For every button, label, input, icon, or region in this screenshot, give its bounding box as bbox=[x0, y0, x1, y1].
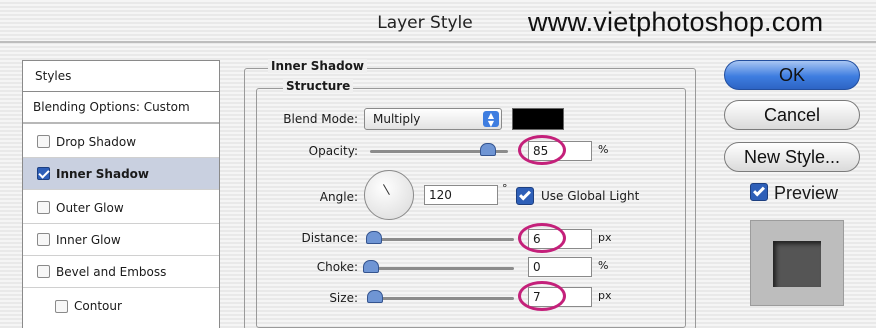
use-global-light-checkbox[interactable] bbox=[516, 187, 534, 205]
style-item-outer-glow[interactable]: Outer Glow bbox=[23, 192, 219, 224]
window-title: Layer Style bbox=[377, 13, 473, 33]
style-item-label: Blending Options: Custom bbox=[33, 100, 190, 114]
style-item-blending-options[interactable]: Blending Options: Custom bbox=[23, 92, 219, 124]
ok-button[interactable]: OK bbox=[724, 60, 860, 90]
styles-header-label: Styles bbox=[35, 69, 72, 83]
opacity-unit: % bbox=[598, 143, 609, 156]
style-preview-box bbox=[750, 220, 844, 306]
style-item-label: Inner Glow bbox=[56, 232, 121, 247]
opacity-label: Opacity: bbox=[308, 144, 358, 158]
angle-dial[interactable] bbox=[364, 170, 414, 220]
style-item-contour[interactable]: Contour bbox=[23, 290, 219, 322]
blend-mode-label: Blend Mode: bbox=[283, 112, 358, 126]
style-item-label: Contour bbox=[74, 299, 122, 313]
distance-slider-track[interactable] bbox=[370, 238, 514, 241]
contour-checkbox[interactable] bbox=[55, 299, 68, 313]
angle-input[interactable]: 120 bbox=[424, 185, 498, 205]
check-icon bbox=[752, 184, 766, 197]
style-item-drop-shadow[interactable]: Drop Shadow bbox=[23, 126, 219, 158]
highlight-ring bbox=[518, 135, 566, 165]
title-divider bbox=[0, 41, 876, 43]
styles-header[interactable]: Styles bbox=[22, 60, 220, 92]
distance-unit: px bbox=[598, 231, 612, 244]
preview-label: Preview bbox=[774, 183, 839, 203]
style-item-label: Inner Shadow bbox=[56, 166, 149, 181]
style-item-label: Outer Glow bbox=[56, 200, 124, 215]
style-item-label: Bevel and Emboss bbox=[56, 264, 167, 279]
size-slider-thumb[interactable] bbox=[367, 290, 384, 303]
watermark-text: www.vietphotoshop.com bbox=[528, 7, 824, 37]
highlight-ring bbox=[518, 281, 566, 311]
size-slider-track[interactable] bbox=[370, 297, 514, 300]
preview-checkbox[interactable] bbox=[750, 183, 768, 201]
bevel-emboss-checkbox[interactable] bbox=[37, 265, 50, 278]
blend-mode-value: Multiply bbox=[373, 112, 421, 126]
structure-title: Structure bbox=[283, 79, 354, 93]
check-icon bbox=[518, 188, 532, 201]
outer-glow-checkbox[interactable] bbox=[37, 201, 50, 214]
size-unit: px bbox=[598, 289, 612, 302]
angle-label: Angle: bbox=[319, 190, 358, 204]
opacity-slider-thumb[interactable] bbox=[480, 143, 497, 156]
inner-shadow-checkbox[interactable] bbox=[37, 167, 50, 180]
inner-shadow-title: Inner Shadow bbox=[268, 59, 367, 73]
distance-label: Distance: bbox=[301, 231, 358, 245]
cancel-button[interactable]: Cancel bbox=[724, 100, 860, 130]
size-label: Size: bbox=[329, 291, 358, 305]
style-preview-swatch bbox=[773, 241, 821, 287]
choke-label: Choke: bbox=[316, 260, 358, 274]
inner-glow-checkbox[interactable] bbox=[37, 233, 50, 246]
angle-dial-needle bbox=[383, 184, 390, 195]
styles-list: Blending Options: Custom Drop Shadow Inn… bbox=[22, 92, 220, 328]
chevron-updown-icon: ▲ ▼ bbox=[483, 111, 499, 128]
highlight-ring bbox=[518, 223, 566, 253]
style-item-inner-glow[interactable]: Inner Glow bbox=[23, 224, 219, 256]
style-item-inner-shadow[interactable]: Inner Shadow bbox=[23, 158, 219, 190]
shadow-color-swatch[interactable] bbox=[512, 108, 564, 130]
use-global-light-label: Use Global Light bbox=[541, 189, 640, 203]
choke-unit: % bbox=[598, 259, 609, 272]
new-style-button[interactable]: New Style... bbox=[724, 142, 860, 172]
distance-slider-thumb[interactable] bbox=[365, 231, 382, 244]
choke-slider-track[interactable] bbox=[370, 267, 514, 270]
choke-input[interactable]: 0 bbox=[528, 257, 592, 277]
style-item-bevel-emboss[interactable]: Bevel and Emboss bbox=[23, 256, 219, 288]
blend-mode-select[interactable]: Multiply ▲ ▼ bbox=[364, 108, 502, 130]
angle-unit: ° bbox=[502, 182, 508, 195]
drop-shadow-checkbox[interactable] bbox=[37, 135, 50, 148]
choke-slider-thumb[interactable] bbox=[363, 260, 379, 273]
style-item-label: Drop Shadow bbox=[56, 134, 137, 149]
